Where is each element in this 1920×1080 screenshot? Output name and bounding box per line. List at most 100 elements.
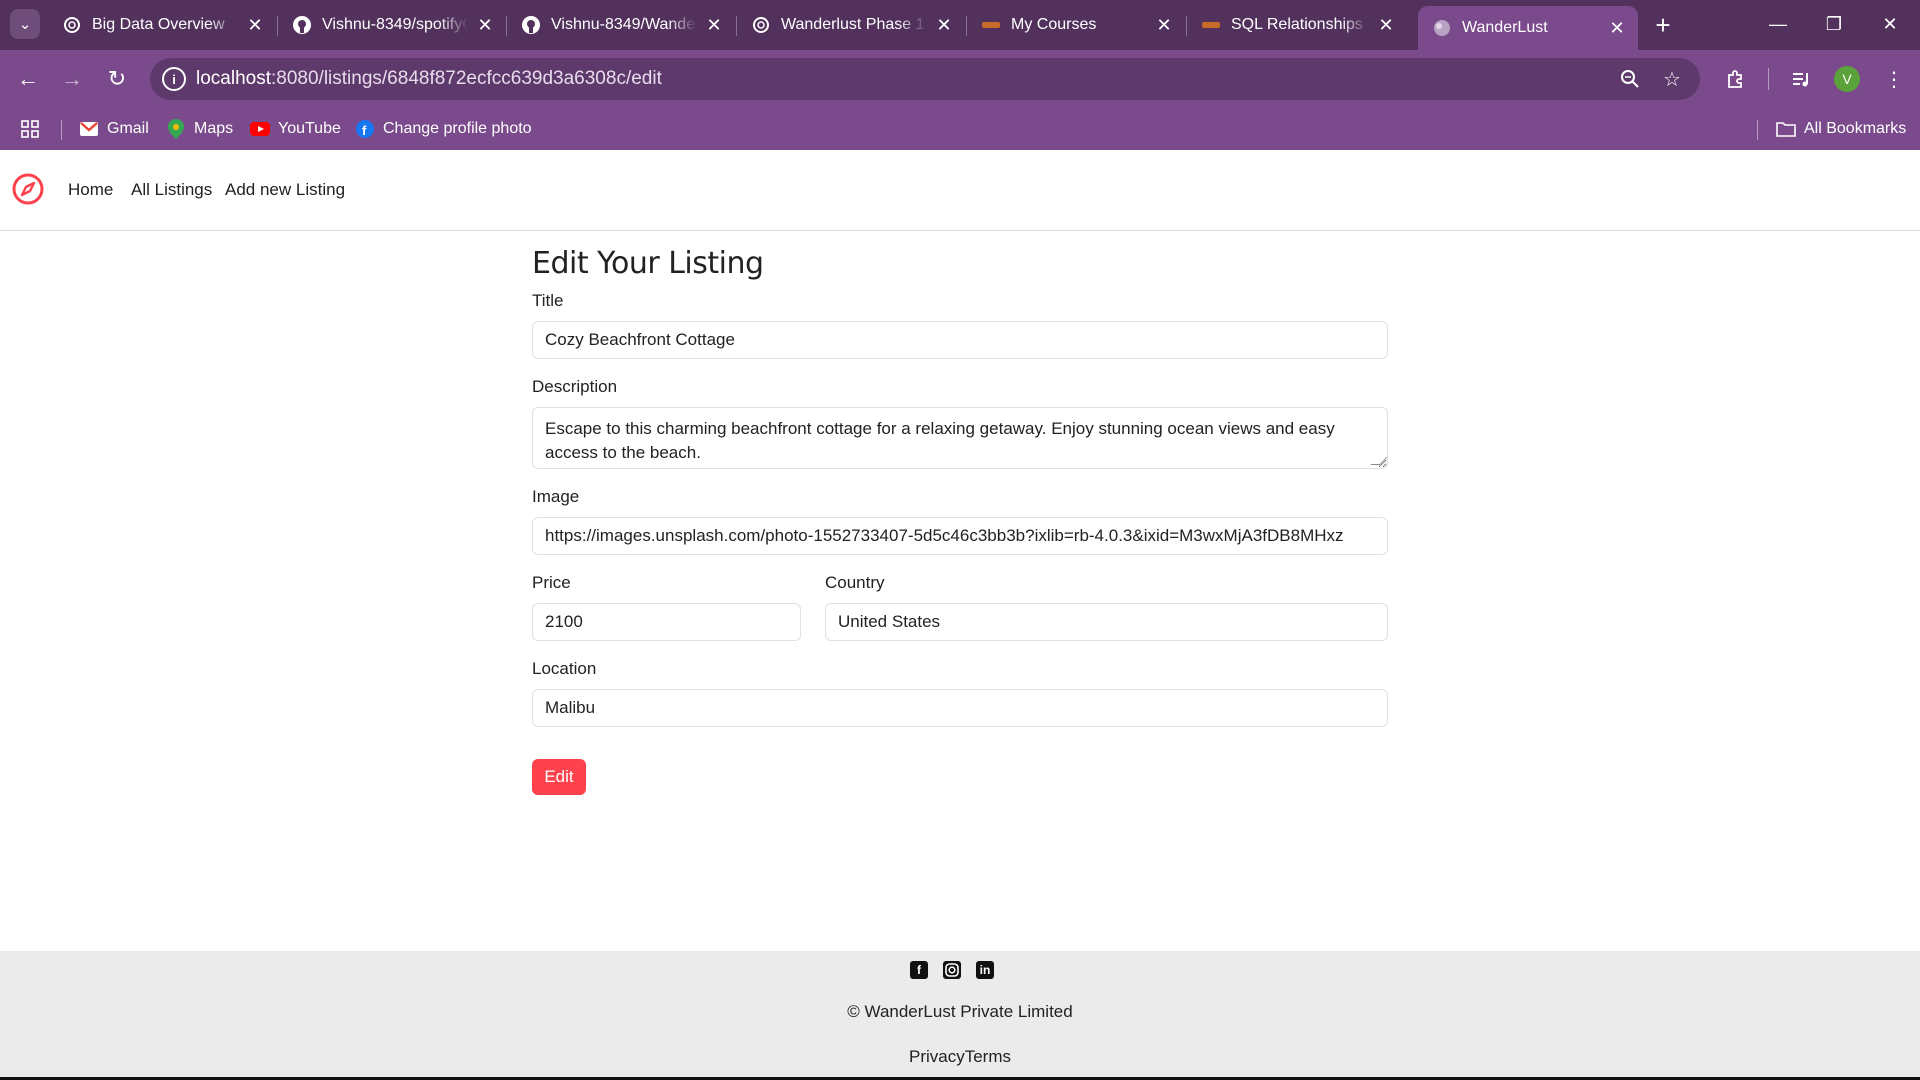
close-icon[interactable]: ✕	[703, 14, 725, 36]
edit-submit-button[interactable]: Edit	[532, 759, 586, 795]
maps-icon	[166, 119, 186, 139]
chatgpt-icon	[751, 15, 771, 35]
bookmark-gmail[interactable]: Gmail	[79, 118, 149, 140]
description-value: Escape to this charming beachfront cotta…	[545, 419, 1335, 462]
description-label: Description	[532, 377, 618, 396]
tab-title: SQL Relationships (One to Many)	[1231, 16, 1369, 33]
linkedin-icon[interactable]: in	[976, 961, 994, 979]
price-value: 2100	[545, 612, 583, 631]
github-icon	[292, 15, 312, 35]
all-bookmarks-button[interactable]: All Bookmarks	[1776, 118, 1906, 140]
tab-wanderlust-repo[interactable]: Vishnu-8349/Wanderlust ✕	[507, 6, 735, 44]
copyright-text: © WanderLust Private Limited	[847, 1002, 1073, 1021]
github-icon	[521, 15, 541, 35]
close-icon[interactable]: ✕	[244, 14, 266, 36]
nav-link-add-new-listing[interactable]: Add new Listing	[225, 180, 345, 200]
tab-sql-relationships[interactable]: SQL Relationships (One to Many) ✕	[1187, 6, 1407, 44]
site-footer: f in © WanderLust Private Limited Privac…	[0, 951, 1920, 1080]
image-url-value: https://images.unsplash.com/photo-155273…	[545, 526, 1344, 545]
zoom-icon[interactable]	[1618, 67, 1642, 91]
tab-strip: ⌄ Big Data Overview ✕ Vishnu-8349/spotif…	[0, 0, 1920, 50]
tab-title: Vishnu-8349/Wanderlust	[551, 16, 697, 33]
tab-title: Big Data Overview	[92, 16, 225, 33]
bookmark-divider	[1757, 120, 1758, 140]
close-icon[interactable]: ✕	[933, 14, 955, 36]
bookmark-maps[interactable]: Maps	[166, 118, 233, 140]
image-url-input[interactable]: https://images.unsplash.com/photo-155273…	[532, 517, 1388, 555]
price-label: Price	[532, 573, 571, 592]
compass-icon[interactable]	[12, 173, 44, 205]
close-icon[interactable]: ✕	[1375, 14, 1397, 36]
price-input[interactable]: 2100	[532, 603, 801, 641]
page-title: Edit Your Listing	[532, 246, 764, 281]
title-input[interactable]: Cozy Beachfront Cottage	[532, 321, 1388, 359]
chatgpt-icon	[62, 15, 82, 35]
close-icon[interactable]: ✕	[1153, 14, 1175, 36]
tab-my-courses[interactable]: My Courses ✕	[967, 6, 1185, 44]
apps-grid-icon[interactable]	[20, 118, 40, 140]
country-label: Country	[825, 573, 885, 592]
extensions-icon[interactable]	[1722, 65, 1750, 93]
url-path: :8080/listings/6848f872ecfcc639d3a6308c/…	[271, 68, 662, 89]
footer-links[interactable]: PrivacyTerms	[0, 1047, 1920, 1067]
folder-icon	[1776, 119, 1796, 139]
globe-icon	[1432, 18, 1452, 38]
back-button[interactable]: ←	[12, 63, 44, 95]
youtube-icon	[250, 119, 270, 139]
address-bar[interactable]: i localhost:8080/listings/6848f872ecfcc6…	[150, 58, 1700, 100]
close-window-button[interactable]: ✕	[1870, 8, 1910, 40]
nav-link-home[interactable]: Home	[68, 180, 113, 200]
tab-title: Wanderlust Phase 1 Explanation	[781, 16, 927, 33]
bookmark-youtube[interactable]: YouTube	[250, 118, 341, 140]
site-info-icon[interactable]: i	[162, 67, 186, 91]
location-label: Location	[532, 659, 597, 678]
url-host: localhost	[196, 68, 271, 89]
bookmark-label: Gmail	[107, 120, 149, 137]
bookmark-label: Maps	[194, 120, 234, 137]
tab-spotify-clone[interactable]: Vishnu-8349/spotifyClone ✕	[278, 6, 506, 44]
title-label: Title	[532, 291, 564, 310]
facebook-icon[interactable]: f	[910, 961, 928, 979]
minimize-button[interactable]: —	[1758, 8, 1798, 40]
image-label: Image	[532, 487, 580, 506]
bookmark-star-icon[interactable]: ☆	[1660, 67, 1684, 91]
bookmark-label: Change profile photo	[383, 120, 532, 137]
restore-button[interactable]: ❐	[1814, 8, 1854, 40]
location-value: Malibu	[545, 698, 596, 717]
bookmark-label: YouTube	[278, 120, 341, 137]
url-text[interactable]: localhost:8080/listings/6848f872ecfcc639…	[196, 68, 662, 90]
menu-kebab-icon[interactable]: ⋮	[1880, 65, 1908, 93]
new-tab-button[interactable]: +	[1648, 10, 1678, 40]
all-bookmarks-label: All Bookmarks	[1804, 120, 1907, 137]
description-textarea[interactable]: Escape to this charming beachfront cotta…	[532, 407, 1388, 469]
forward-button[interactable]: →	[56, 63, 88, 95]
tab-title: Vishnu-8349/spotifyClone	[322, 16, 468, 33]
svg-text:f: f	[362, 123, 367, 138]
tab-wanderlust-active[interactable]: WanderLust ✕	[1418, 6, 1638, 50]
instagram-icon[interactable]	[943, 961, 961, 979]
title-value: Cozy Beachfront Cottage	[545, 330, 735, 349]
tab-search-button[interactable]: ⌄	[10, 9, 40, 39]
browser-toolbar: ← → ↻ i localhost:8080/listings/6848f872…	[0, 50, 1920, 108]
close-icon[interactable]: ✕	[474, 14, 496, 36]
toolbar-divider	[1768, 68, 1769, 90]
bookmark-facebook[interactable]: f Change profile photo	[355, 118, 532, 140]
country-input[interactable]: United States	[825, 603, 1388, 641]
bookmarks-bar: Gmail Maps YouTube f Change profile phot…	[0, 108, 1920, 150]
nav-link-all-listings[interactable]: All Listings	[131, 180, 212, 200]
media-control-icon[interactable]	[1787, 65, 1815, 93]
close-icon[interactable]: ✕	[1606, 17, 1628, 39]
reload-button[interactable]: ↻	[101, 63, 133, 95]
facebook-icon: f	[355, 119, 375, 139]
course-icon	[1201, 15, 1221, 35]
profile-avatar[interactable]: V	[1834, 66, 1860, 92]
site-navbar: Home All Listings Add new Listing	[0, 150, 1920, 231]
tab-title: My Courses	[1011, 16, 1097, 33]
tab-big-data-overview[interactable]: Big Data Overview ✕	[48, 6, 276, 44]
country-value: United States	[838, 612, 941, 631]
bookmark-divider	[61, 120, 62, 140]
gmail-icon	[79, 119, 99, 139]
location-input[interactable]: Malibu	[532, 689, 1388, 727]
course-icon	[981, 15, 1001, 35]
tab-wanderlust-phase[interactable]: Wanderlust Phase 1 Explanation ✕	[737, 6, 965, 44]
